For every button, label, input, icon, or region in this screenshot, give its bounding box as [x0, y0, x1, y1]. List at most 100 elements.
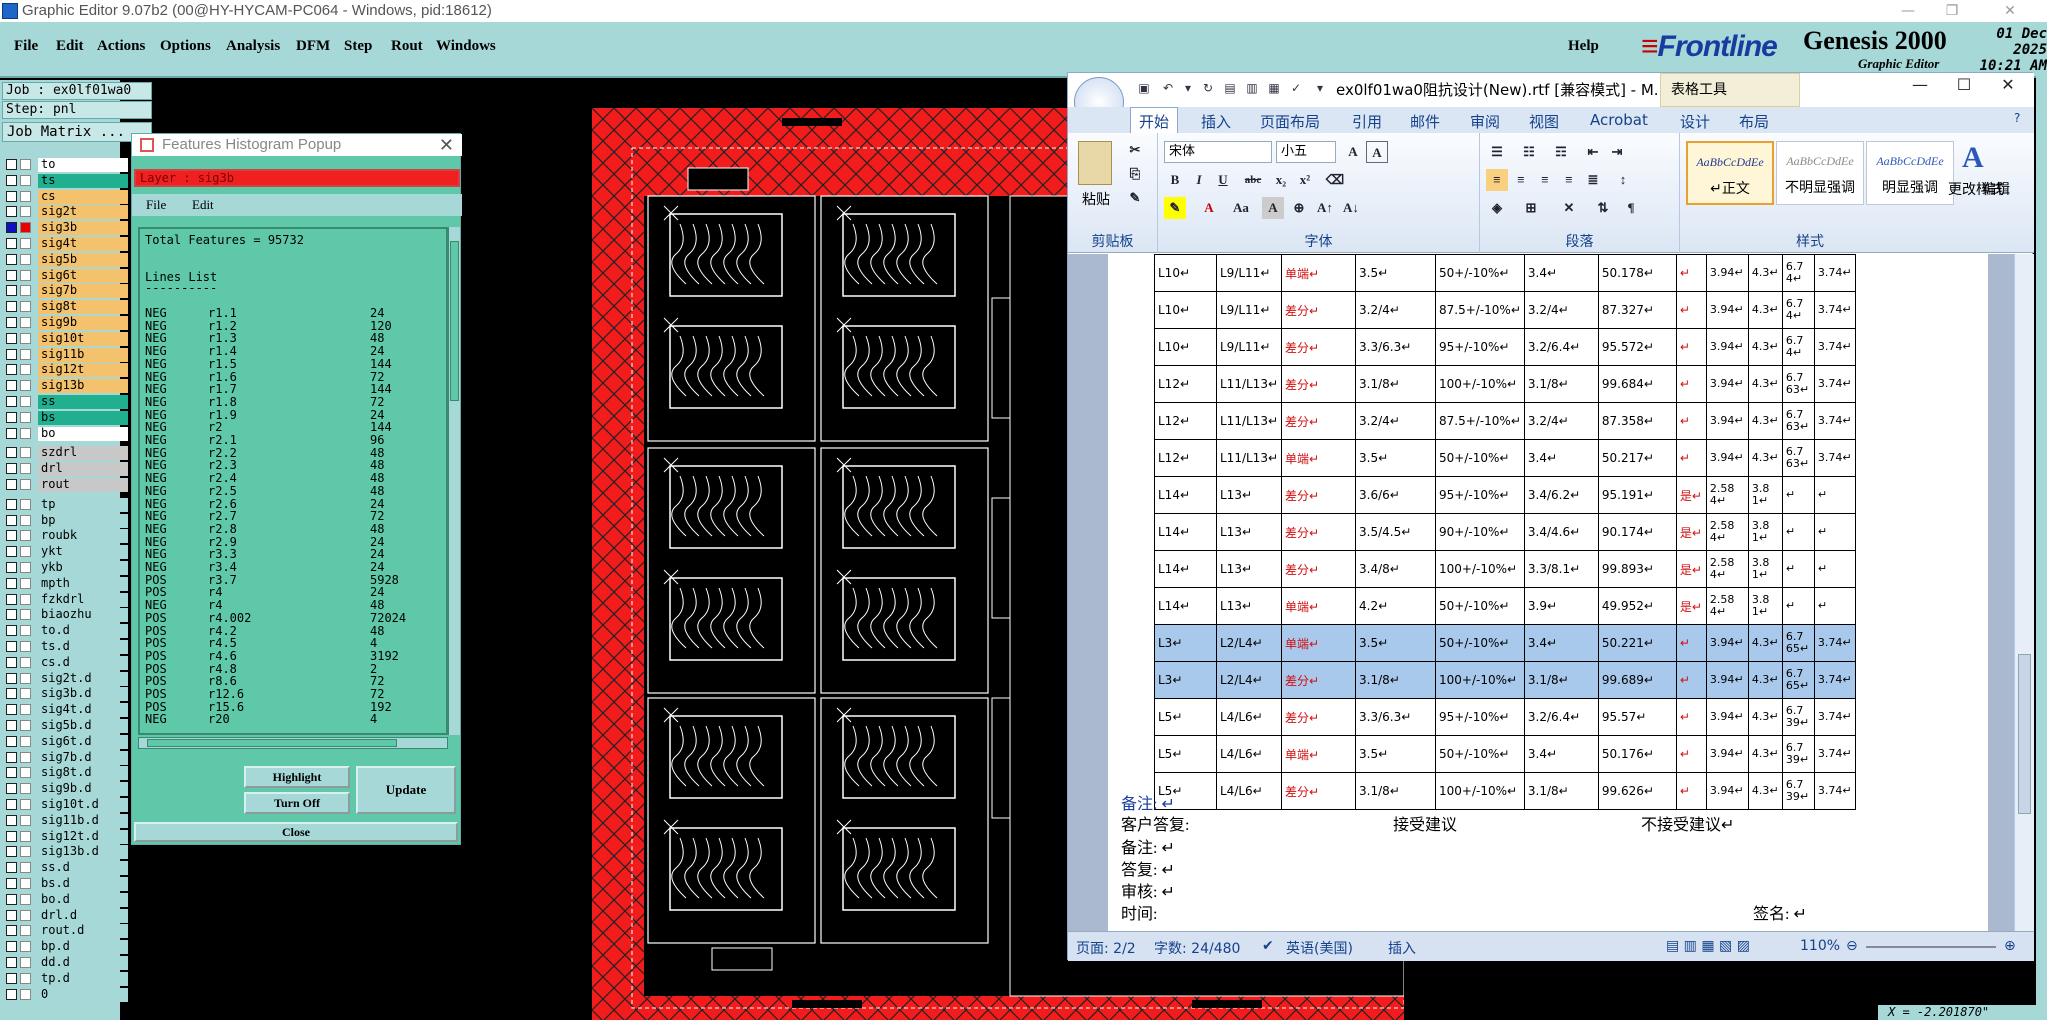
layer-swatch[interactable]: [20, 783, 31, 795]
table-cell[interactable]: ↵: [1675, 735, 1707, 773]
layer-checkbox[interactable]: [6, 609, 17, 621]
layer-checkbox[interactable]: [6, 514, 17, 526]
superscript-icon[interactable]: x²: [1294, 169, 1316, 191]
increase-indent-icon[interactable]: ⇥: [1606, 141, 1628, 163]
layer-checkbox[interactable]: [6, 159, 17, 170]
layer-swatch[interactable]: [20, 972, 31, 984]
layer-checkbox[interactable]: [6, 830, 17, 842]
turn-off-button[interactable]: Turn Off: [244, 792, 350, 814]
vscroll-thumb[interactable]: [450, 241, 459, 401]
zoom-level[interactable]: 110%: [1800, 938, 1840, 954]
style-subtle-emphasis[interactable]: AaBbCcDdEe 不明显强调: [1776, 141, 1864, 205]
table-row[interactable]: L12↵ L11/L13↵ 单端↵ 3.5↵ 50+/-10%↵ 3.4↵ 50.217↵ ↵…: [1154, 439, 1856, 477]
table-cell[interactable]: 4.3↵: [1747, 624, 1783, 662]
tab-view[interactable]: 视图: [1529, 111, 1559, 132]
table-cell[interactable]: ↵: [1675, 698, 1707, 736]
layer-name[interactable]: sig5b.d: [38, 719, 128, 733]
table-cell[interactable]: 3.74↵: [1813, 402, 1856, 440]
layer-row[interactable]: ts: [6, 173, 128, 188]
layer-name[interactable]: sig12t.d: [38, 829, 128, 844]
histogram-horizontal-scrollbar[interactable]: [138, 737, 448, 749]
layer-swatch[interactable]: [20, 514, 31, 526]
layer-name[interactable]: sig10t.d: [38, 798, 128, 812]
insert-mode[interactable]: 插入: [1388, 938, 1416, 958]
table-cell[interactable]: 6.7 63↵: [1781, 402, 1815, 440]
table-cell[interactable]: ↵: [1781, 513, 1815, 551]
layer-row[interactable]: sig2t: [6, 205, 128, 220]
table-cell[interactable]: L14↵: [1154, 513, 1217, 551]
menu-actions[interactable]: Actions: [97, 38, 145, 55]
table-cell[interactable]: 3.2/6.4↵: [1523, 698, 1599, 736]
table-cell[interactable]: 4.3↵: [1747, 365, 1783, 403]
layer-name[interactable]: sig2t.d: [38, 671, 128, 686]
table-cell[interactable]: 95.191↵: [1597, 476, 1677, 514]
layer-name[interactable]: cs.d: [38, 655, 128, 670]
tab-design[interactable]: 设计: [1680, 111, 1710, 132]
table-cell[interactable]: 是↵: [1675, 587, 1707, 625]
layer-row[interactable]: roubk: [6, 529, 128, 544]
layer-swatch[interactable]: [20, 672, 31, 684]
layer-row[interactable]: sig4t: [6, 237, 128, 251]
strikethrough-icon[interactable]: abc: [1242, 169, 1264, 191]
layer-checkbox[interactable]: [6, 498, 17, 510]
table-row[interactable]: L3↵ L2/L4↵ 单端↵ 3.5↵ 50+/-10%↵ 3.4↵ 50.221↵ ↵ 3.9…: [1154, 624, 1856, 662]
layer-row[interactable]: sig8t: [6, 300, 128, 315]
layer-row[interactable]: sig6t.d: [6, 734, 128, 749]
grow-icon[interactable]: A↑: [1314, 197, 1336, 219]
update-button[interactable]: Update: [356, 766, 456, 814]
table-cell[interactable]: 是↵: [1675, 476, 1707, 514]
table-cell[interactable]: 3.94↵: [1705, 698, 1749, 736]
layer-row[interactable]: mpth: [6, 576, 128, 591]
layer-name[interactable]: ss: [38, 395, 128, 409]
table-cell[interactable]: 4.3↵: [1747, 254, 1783, 292]
table-row[interactable]: L5↵ L4/L6↵ 单端↵ 3.5↵ 50+/-10%↵ 3.4↵ 50.176↵ ↵ 3.9…: [1154, 735, 1856, 773]
table-row[interactable]: L5↵ L4/L6↵ 差分↵ 3.1/8↵ 100+/-10%↵ 3.1/8↵ 99.626…: [1154, 772, 1856, 810]
line-spacing-icon[interactable]: ↕: [1612, 169, 1634, 191]
layer-swatch[interactable]: [20, 190, 31, 202]
table-cell[interactable]: L11/L13↵: [1215, 402, 1283, 440]
numbering-icon[interactable]: ☷: [1518, 141, 1540, 163]
table-cell[interactable]: 100+/-10%↵: [1435, 661, 1525, 699]
layer-name[interactable]: drl: [38, 462, 128, 477]
table-cell[interactable]: 单端↵: [1281, 624, 1357, 662]
table-cell[interactable]: 6.7 65↵: [1781, 661, 1815, 699]
table-cell[interactable]: L9/L11↵: [1215, 328, 1283, 366]
layer-swatch[interactable]: [20, 238, 31, 249]
layer-checkbox[interactable]: [6, 704, 17, 716]
font-color-icon[interactable]: A: [1198, 197, 1220, 219]
layer-name[interactable]: to.d: [38, 624, 128, 639]
table-cell[interactable]: 2.58 4↵: [1705, 476, 1749, 514]
layer-row[interactable]: to.d: [6, 624, 128, 639]
table-cell[interactable]: ↵: [1675, 365, 1707, 403]
layer-checkbox[interactable]: [6, 269, 17, 281]
table-cell[interactable]: ↵: [1781, 587, 1815, 625]
table-cell[interactable]: 3.2/4↵: [1355, 291, 1437, 329]
document-scrollbar[interactable]: [2014, 254, 2034, 931]
style-intense-emphasis[interactable]: AaBbCcDdEe 明显强调: [1866, 141, 1954, 205]
table-cell[interactable]: 3.3/8.1↵: [1523, 550, 1599, 588]
restore-icon[interactable]: ❐: [1932, 0, 1972, 22]
table-cell[interactable]: ↵: [1675, 291, 1707, 329]
table-cell[interactable]: 是↵: [1675, 513, 1707, 551]
popup-close-icon[interactable]: ✕: [439, 134, 454, 156]
word-count[interactable]: 字数: 24/480: [1154, 938, 1240, 958]
table-cell[interactable]: 单端↵: [1281, 439, 1357, 477]
table-cell[interactable]: 6.7 4↵: [1781, 291, 1815, 329]
layer-checkbox[interactable]: [6, 656, 17, 668]
layer-swatch[interactable]: [20, 925, 31, 937]
layer-row[interactable]: sig8t.d: [6, 766, 128, 781]
table-cell[interactable]: L2/L4↵: [1215, 624, 1283, 662]
tab-home[interactable]: 开始: [1130, 107, 1179, 133]
shading-icon[interactable]: ◈: [1486, 197, 1508, 219]
layer-row[interactable]: cs.d: [6, 655, 128, 670]
table-cell[interactable]: 3.94↵: [1705, 291, 1749, 329]
layer-name[interactable]: sig12t: [38, 363, 128, 378]
layer-name[interactable]: bo: [38, 426, 128, 441]
layer-swatch[interactable]: [20, 751, 31, 763]
document-area[interactable]: L10↵ L9/L11↵ 单端↵ 3.5↵ 50+/-10%↵ 3.4↵ 50.178↵ ↵ 3…: [1068, 254, 2014, 931]
table-cell[interactable]: ↵: [1675, 254, 1707, 292]
table-cell[interactable]: 6.7 63↵: [1781, 439, 1815, 477]
table-cell[interactable]: 6.7 39↵: [1781, 698, 1815, 736]
table-cell[interactable]: L13↵: [1215, 476, 1283, 514]
layer-checkbox[interactable]: [6, 332, 17, 344]
